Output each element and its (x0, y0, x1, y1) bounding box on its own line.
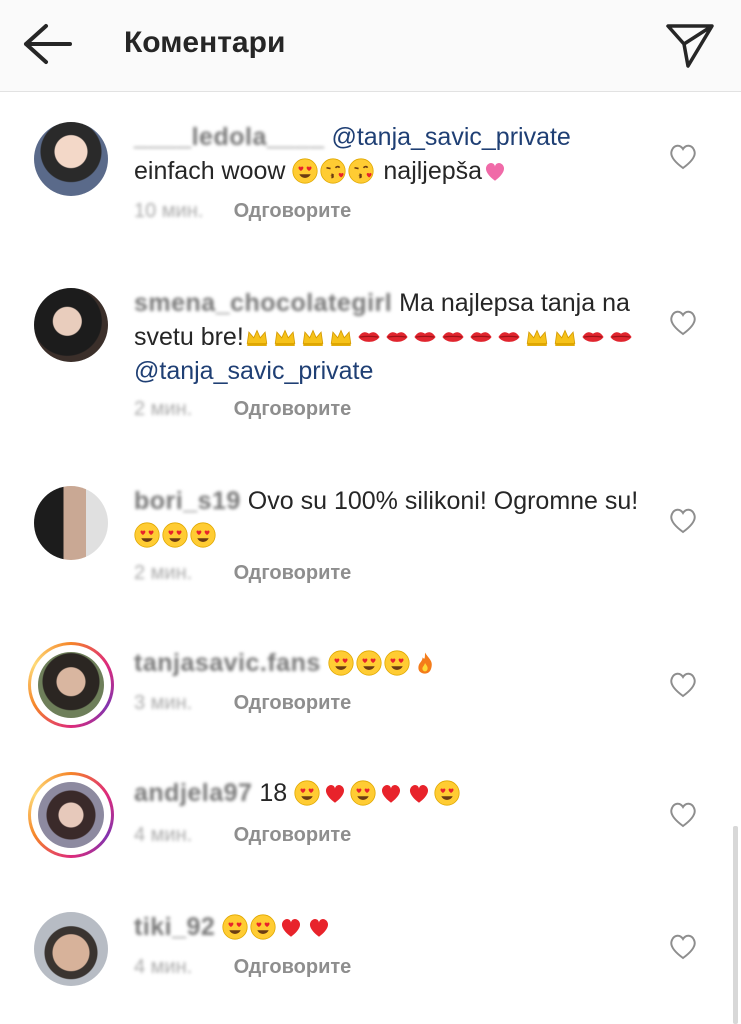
page-title: Коментари (124, 26, 286, 59)
heart-outline-icon[interactable] (668, 142, 698, 170)
comment-text: andjela97 18 (134, 776, 644, 810)
lips-emoji-icon (384, 324, 410, 350)
comment-meta: 2 мин. Одговорите (134, 562, 351, 592)
reply-button[interactable]: Одговорите (234, 200, 352, 222)
heart-outline-icon[interactable] (668, 932, 698, 960)
arrow-left-icon (24, 24, 72, 64)
comment-time: 3 мин. (134, 692, 193, 714)
avatar[interactable] (32, 286, 110, 364)
comment-time: 2 мин. (134, 398, 193, 420)
heart-eyes-emoji-icon (350, 780, 376, 806)
reply-button[interactable]: Одговорите (234, 398, 352, 420)
comment-text: smena_chocolategirl Ma najlepsa tanja na… (134, 286, 644, 388)
reply-button[interactable]: Одговорите (234, 692, 352, 714)
lips-emoji-icon (412, 324, 438, 350)
comment-username[interactable]: tanjasavic.fans (134, 649, 321, 677)
lips-emoji-icon (496, 324, 522, 350)
comment-username[interactable]: smena_chocolategirl (134, 289, 392, 317)
avatar-with-story-ring[interactable] (28, 772, 114, 858)
reply-button[interactable]: Одговорите (234, 562, 352, 584)
heart-eyes-emoji-icon (162, 522, 188, 548)
avatar-with-story-ring[interactable] (28, 642, 114, 728)
lips-emoji-icon (356, 324, 382, 350)
heart-outline-icon[interactable] (668, 670, 698, 698)
red-heart-emoji-icon (278, 914, 304, 940)
heart-eyes-emoji-icon (292, 158, 318, 184)
crown-emoji-icon (524, 324, 550, 350)
comment-body-end: najljepša (383, 157, 483, 185)
comment-time: 4 мин. (134, 956, 193, 978)
reply-button[interactable]: Одговорите (234, 956, 352, 978)
avatar[interactable] (32, 120, 110, 198)
comment-text: ____ledola____ @tanja_savic_private einf… (134, 120, 644, 188)
crown-emoji-icon (300, 324, 326, 350)
comment-time: 10 мин. (134, 200, 204, 222)
send-button[interactable] (660, 14, 720, 74)
comment-meta: 10 мин. Одговорите (134, 200, 351, 230)
lips-emoji-icon (580, 324, 606, 350)
heart-outline-icon[interactable] (668, 506, 698, 534)
scrollbar[interactable] (733, 826, 738, 1024)
red-heart-emoji-icon (406, 780, 432, 806)
pink-heart-emoji-icon (482, 158, 508, 184)
comment-username[interactable]: bori_s19 (134, 487, 241, 515)
heart-eyes-emoji-icon (434, 780, 460, 806)
kiss-emoji-icon (348, 158, 374, 184)
comment-meta: 3 мин. Одговорите (134, 692, 351, 722)
heart-eyes-emoji-icon (384, 650, 410, 676)
heart-eyes-emoji-icon (222, 914, 248, 940)
paper-plane-icon (666, 24, 714, 68)
red-heart-emoji-icon (306, 914, 332, 940)
crown-emoji-icon (552, 324, 578, 350)
comment-username[interactable]: tiki_92 (134, 913, 215, 941)
back-button[interactable] (18, 18, 78, 70)
lips-emoji-icon (608, 324, 634, 350)
comment-body: Ovo su 100% silikoni! Ogromne su! (247, 487, 639, 515)
comment-time: 4 мин. (134, 824, 193, 846)
heart-eyes-emoji-icon (190, 522, 216, 548)
comment-body: 18 (259, 779, 288, 807)
heart-outline-icon[interactable] (668, 800, 698, 828)
top-bar: Коментари (0, 0, 741, 92)
comment-time: 2 мин. (134, 562, 193, 584)
reply-button[interactable]: Одговорите (234, 824, 352, 846)
lips-emoji-icon (468, 324, 494, 350)
comment-username[interactable]: andjela97 (134, 779, 252, 807)
comment-text: bori_s19 Ovo su 100% silikoni! Ogromne s… (134, 484, 644, 552)
comment-meta: 4 мин. Одговорите (134, 824, 351, 854)
comment-body: einfach woow (134, 157, 286, 185)
fire-emoji-icon (412, 650, 438, 676)
comment-username[interactable]: ____ledola____ (134, 123, 324, 151)
comment-text: tiki_92 (134, 910, 644, 944)
comment-mention[interactable]: @tanja_savic_private (134, 357, 373, 385)
comment-mention[interactable]: @tanja_savic_private (331, 123, 570, 151)
red-heart-emoji-icon (322, 780, 348, 806)
crown-emoji-icon (328, 324, 354, 350)
crown-emoji-icon (272, 324, 298, 350)
red-heart-emoji-icon (378, 780, 404, 806)
heart-eyes-emoji-icon (134, 522, 160, 548)
avatar[interactable] (32, 484, 110, 562)
comment-meta: 4 мин. Одговорите (134, 956, 351, 986)
heart-eyes-emoji-icon (356, 650, 382, 676)
kiss-emoji-icon (320, 158, 346, 184)
lips-emoji-icon (440, 324, 466, 350)
heart-outline-icon[interactable] (668, 308, 698, 336)
comment-text: tanjasavic.fans (134, 646, 644, 680)
crown-emoji-icon (244, 324, 270, 350)
comment-meta: 2 мин. Одговорите (134, 398, 351, 428)
heart-eyes-emoji-icon (328, 650, 354, 676)
heart-eyes-emoji-icon (294, 780, 320, 806)
avatar[interactable] (32, 910, 110, 988)
heart-eyes-emoji-icon (250, 914, 276, 940)
